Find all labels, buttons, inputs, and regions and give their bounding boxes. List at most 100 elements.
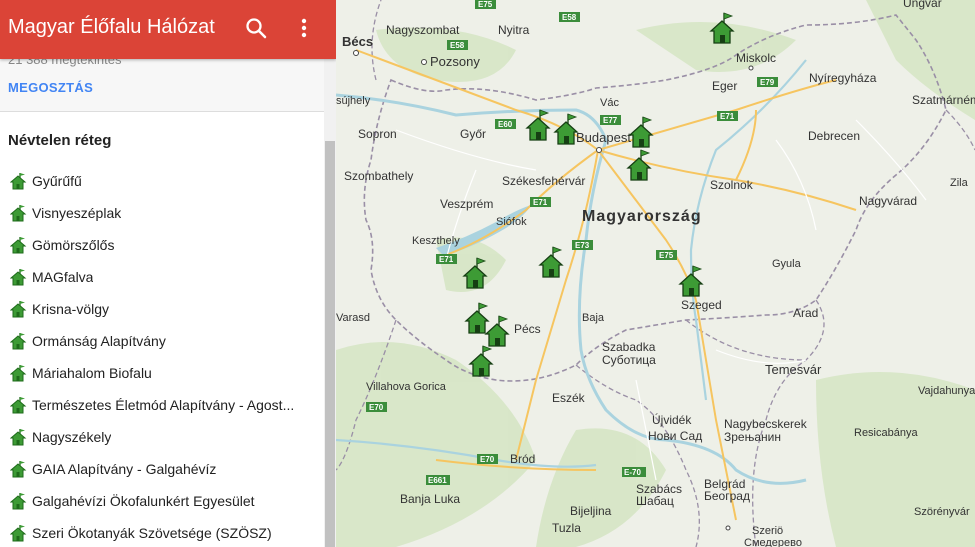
- city-label: Villahova Gorica: [366, 381, 447, 393]
- city-label: Szabadka: [602, 340, 656, 354]
- road-label: E77: [603, 116, 618, 125]
- list-item[interactable]: Természetes Életmód Alapítvány - Agost..…: [0, 389, 324, 421]
- search-button[interactable]: [244, 16, 270, 42]
- list-item-label: Krisna-völgy: [32, 301, 110, 317]
- house-flag-icon: [10, 269, 27, 286]
- list-item[interactable]: Szeri Ökotanyák Szövetsége (SZÖSZ): [0, 517, 324, 547]
- share-button[interactable]: MEGOSZTÁS: [8, 80, 93, 95]
- list-item[interactable]: Gömörszőlős: [0, 229, 324, 261]
- city-label: Pozsony: [430, 54, 480, 69]
- list-item-label: MAGfalva: [32, 269, 94, 285]
- road-label: E661: [428, 476, 447, 485]
- list-item-label: Visnyeszéplak: [32, 205, 122, 221]
- road-label: E60: [498, 120, 513, 129]
- city-label: Vajdahunyad: [918, 385, 975, 397]
- house-flag-icon: [10, 237, 27, 254]
- house-flag-icon: [10, 365, 27, 382]
- house-flag-icon: [10, 461, 27, 478]
- road-label: E-70: [624, 468, 641, 477]
- house-flag-icon: [10, 525, 27, 542]
- road-label: E70: [369, 403, 384, 412]
- list-item[interactable]: MAGfalva: [0, 261, 324, 293]
- more-vert-icon: [301, 18, 307, 38]
- city-label: Суботица: [602, 353, 656, 367]
- list-item[interactable]: Máriahalom Biofalu: [0, 357, 324, 389]
- city-label: Београд: [704, 489, 750, 503]
- city-label: Nyitra: [498, 23, 530, 37]
- road-label: E73: [575, 241, 590, 250]
- road-label: E75: [659, 251, 674, 260]
- city-label: Keszthely: [412, 235, 460, 247]
- list-item-label: GAIA Alapítvány - Galgahévíz: [32, 461, 217, 477]
- city-label: Baja: [582, 312, 605, 324]
- city-label: Шабац: [636, 494, 674, 508]
- road-label: E75: [478, 0, 493, 9]
- city-label: Szeriö: [752, 525, 783, 537]
- city-label: Nagyszombat: [386, 23, 460, 37]
- road-label: E71: [720, 112, 735, 121]
- sidebar: Magyar Élőfalu Hálózat 21 388 megtekinté…: [0, 0, 336, 547]
- city-label: Resicabánya: [854, 427, 918, 439]
- house-flag-icon: [10, 429, 27, 446]
- scrollbar-thumb[interactable]: [325, 141, 335, 547]
- city-label: Pécs: [514, 322, 541, 336]
- city-label: Нови Сад: [648, 429, 702, 443]
- list-item[interactable]: Visnyeszéplak: [0, 197, 324, 229]
- list-item-label: Természetes Életmód Alapítvány - Agost..…: [32, 397, 295, 413]
- city-label: Arad: [793, 306, 818, 320]
- list-item[interactable]: Galgahévízi Ökofalunkért Egyesület: [0, 485, 324, 517]
- house-flag-icon: [10, 493, 27, 510]
- list-item-label: Ormánság Alapítvány: [32, 333, 166, 349]
- layer-list: Gyűrűfű Visnyeszéplak Gömörszőlős MAGfal…: [0, 165, 324, 547]
- city-label: Temesvár: [765, 362, 822, 377]
- map-title: Magyar Élőfalu Hálózat: [8, 16, 215, 38]
- city-label: Veszprém: [440, 197, 493, 211]
- list-item-label: Máriahalom Biofalu: [32, 365, 152, 381]
- house-flag-icon: [10, 397, 27, 414]
- house-flag-icon: [10, 333, 27, 350]
- app-header: Magyar Élőfalu Hálózat: [0, 0, 336, 59]
- city-label: Gyula: [772, 258, 802, 270]
- city-label: Vác: [600, 97, 619, 109]
- city-label: Eszék: [552, 391, 586, 405]
- city-label: Bród: [510, 452, 535, 466]
- more-options-button[interactable]: [292, 16, 316, 42]
- city-label: Зрењанин: [724, 430, 781, 444]
- city-label: Miskolc: [736, 51, 776, 65]
- list-item[interactable]: Nagyszékely: [0, 421, 324, 453]
- list-item-label: Szeri Ökotanyák Szövetsége (SZÖSZ): [32, 525, 272, 541]
- city-label: Szatmárnémeti: [912, 93, 975, 107]
- list-item-label: Gömörszőlős: [32, 237, 115, 253]
- city-label: Varasd: [336, 312, 370, 324]
- map-canvas[interactable]: E75 E58 E58 E60 E77 E71 E79 E71 E71 E73 …: [336, 0, 975, 547]
- road-label: E58: [562, 13, 577, 22]
- city-label: Sopron: [358, 127, 397, 141]
- city-label: Banja Luka: [400, 492, 460, 506]
- city-label: Смедерево: [744, 537, 802, 547]
- city-label: Újvidék: [652, 412, 692, 427]
- city-label: Siófok: [496, 216, 527, 228]
- city-label: Bécs: [342, 34, 373, 49]
- house-flag-icon: [10, 301, 27, 318]
- city-label: Székesfehérvár: [502, 174, 585, 188]
- city-label: Eger: [712, 79, 737, 93]
- house-flag-icon: [10, 173, 27, 190]
- city-label: Nyíregyháza: [809, 71, 877, 85]
- list-item[interactable]: Krisna-völgy: [0, 293, 324, 325]
- city-label: Ungvár: [903, 0, 942, 10]
- country-label: Magyarország: [582, 208, 702, 225]
- city-label: Szolnok: [710, 178, 754, 192]
- city-label: Nagyvárad: [859, 194, 917, 208]
- list-item-label: Nagyszékely: [32, 429, 112, 445]
- list-item[interactable]: GAIA Alapítvány - Galgahévíz: [0, 453, 324, 485]
- city-label: Debrecen: [808, 129, 860, 143]
- road-label: E71: [533, 198, 548, 207]
- layer-title: Névtelen réteg: [8, 132, 112, 149]
- sidebar-scrollbar[interactable]: [324, 59, 336, 547]
- road-label: E71: [439, 255, 454, 264]
- city-label: Győr: [460, 127, 486, 141]
- list-item[interactable]: Ormánság Alapítvány: [0, 325, 324, 357]
- list-item[interactable]: Gyűrűfű: [0, 165, 324, 197]
- city-label: Tuzla: [552, 521, 581, 535]
- road-label: E79: [760, 78, 775, 87]
